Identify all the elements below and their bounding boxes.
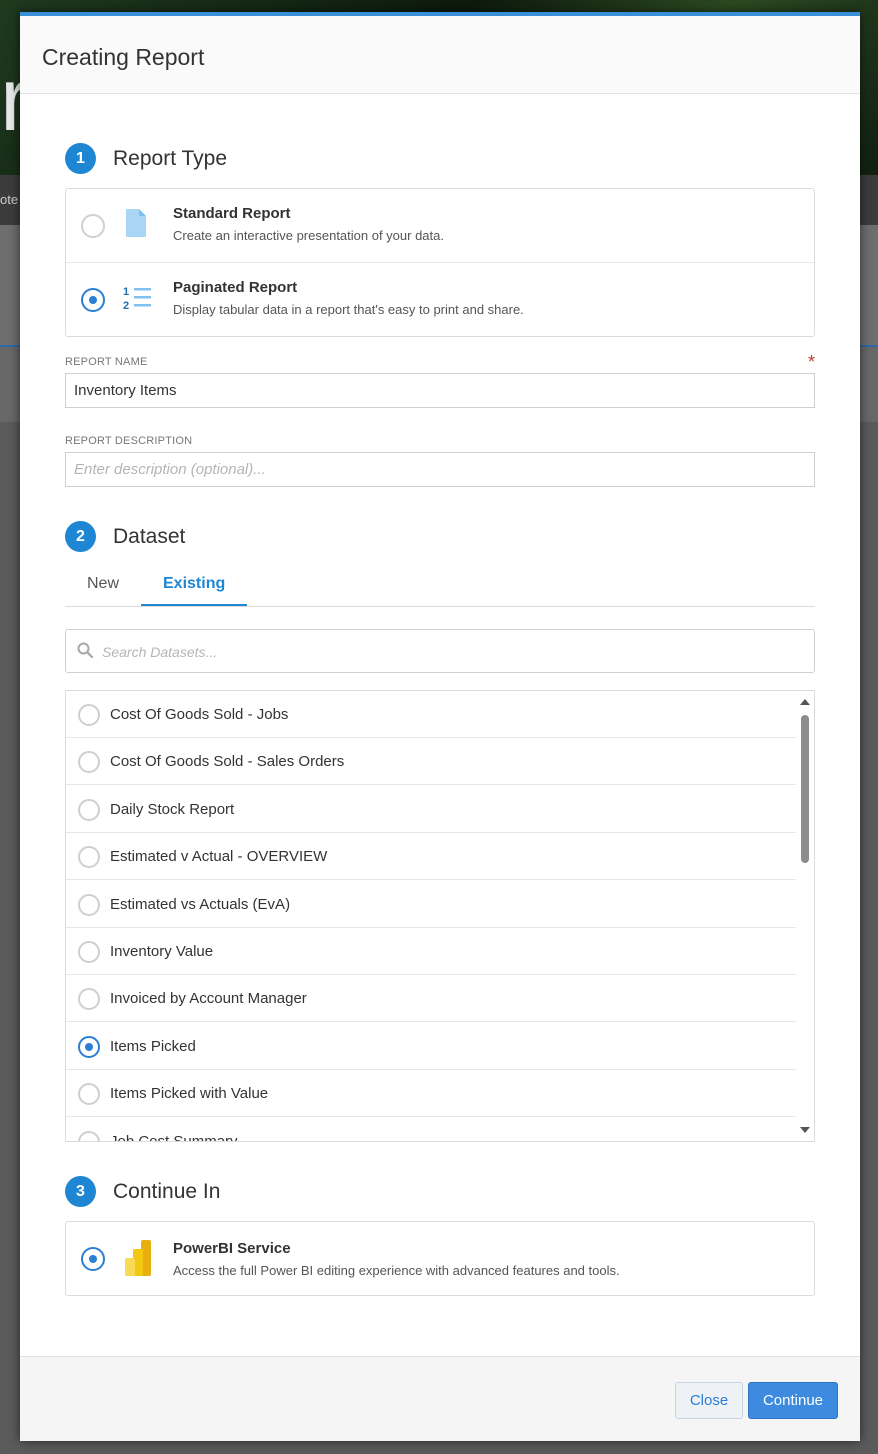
dataset-row[interactable]: Items Picked with Value <box>66 1070 796 1118</box>
standard-report-title: Standard Report <box>173 205 291 222</box>
dataset-label: Daily Stock Report <box>110 800 235 818</box>
step-dataset: 2 Dataset <box>65 521 185 552</box>
dataset-radio[interactable] <box>78 846 100 869</box>
document-icon <box>126 209 146 237</box>
powerbi-radio[interactable] <box>81 1247 105 1271</box>
report-name-input[interactable] <box>65 373 815 408</box>
paginated-report-radio[interactable] <box>81 288 105 312</box>
dataset-search-input[interactable] <box>100 638 804 666</box>
dataset-row[interactable]: Daily Stock Report <box>66 786 796 833</box>
dataset-label: Invoiced by Account Manager <box>110 990 307 1008</box>
dataset-radio[interactable] <box>78 798 100 821</box>
continue-in-powerbi[interactable]: PowerBI Service Access the full Power BI… <box>66 1222 814 1295</box>
scroll-down-icon[interactable] <box>800 1127 810 1133</box>
backdrop-nav-text: ote <box>0 192 19 207</box>
svg-text:1: 1 <box>123 286 129 298</box>
dataset-row[interactable]: Cost Of Goods Sold - Jobs <box>66 691 796 738</box>
paginated-report-title: Paginated Report <box>173 279 298 296</box>
report-description-input[interactable] <box>65 452 815 487</box>
dataset-row[interactable]: Items Picked <box>66 1023 796 1070</box>
step-continue-in: 3 Continue In <box>65 1176 220 1207</box>
close-button[interactable]: Close <box>675 1382 743 1419</box>
step-label: Report Type <box>113 146 228 170</box>
dataset-label: Cost Of Goods Sold - Jobs <box>110 706 289 723</box>
dataset-radio[interactable] <box>78 1035 100 1058</box>
paginated-report-desc: Display tabular data in a report that's … <box>173 302 524 317</box>
dataset-radio[interactable] <box>78 941 100 963</box>
dataset-label: Estimated v Actual - OVERVIEW <box>110 848 328 866</box>
dataset-row[interactable]: Cost Of Goods Sold - Sales Orders <box>66 738 796 786</box>
step-label: Continue In <box>113 1179 221 1203</box>
tab-existing[interactable]: Existing <box>141 572 248 606</box>
report-name-label: REPORT NAME <box>65 356 148 368</box>
continue-in-options: PowerBI Service Access the full Power BI… <box>65 1221 815 1296</box>
dataset-radio[interactable] <box>78 704 100 726</box>
scrollbar-thumb[interactable] <box>801 715 809 863</box>
dataset-label: Items Picked <box>110 1037 196 1055</box>
dataset-radio[interactable] <box>78 988 100 1011</box>
dataset-list-scrollbar[interactable] <box>796 691 814 1141</box>
report-description-label: REPORT DESCRIPTION <box>65 435 193 447</box>
modal-header: Creating Report <box>20 16 860 94</box>
modal-footer: Close Continue <box>20 1356 860 1441</box>
dataset-label: Estimated vs Actuals (EvA) <box>110 895 291 913</box>
dataset-label: Job Cost Summary <box>110 1132 238 1142</box>
standard-report-desc: Create an interactive presentation of yo… <box>173 228 444 243</box>
required-indicator: * <box>807 352 815 372</box>
step-label: Dataset <box>113 524 186 548</box>
backdrop-logo: r <box>0 60 22 140</box>
dataset-row[interactable]: Job Cost Summary <box>66 1118 796 1142</box>
step-number: 2 <box>65 521 96 552</box>
search-icon <box>77 642 93 658</box>
report-type-paginated[interactable]: 1 2 Paginated Report Display tabular dat… <box>66 262 814 336</box>
numbered-list-icon: 1 2 <box>123 286 151 312</box>
dataset-radio[interactable] <box>78 1130 100 1141</box>
dataset-row[interactable]: Estimated vs Actuals (EvA) <box>66 881 796 928</box>
dataset-radio[interactable] <box>78 1083 100 1106</box>
report-type-standard[interactable]: Standard Report Create an interactive pr… <box>66 189 814 262</box>
step-number: 3 <box>65 1176 96 1207</box>
dataset-row[interactable]: Inventory Value <box>66 928 796 975</box>
svg-text:2: 2 <box>123 300 129 312</box>
report-type-options: Standard Report Create an interactive pr… <box>65 188 815 337</box>
dataset-search <box>65 629 815 673</box>
dataset-radio[interactable] <box>78 893 100 916</box>
dataset-list: Cost Of Goods Sold - Jobs Cost Of Goods S… <box>65 690 815 1142</box>
dataset-row[interactable]: Invoiced by Account Manager <box>66 975 796 1023</box>
dataset-label: Cost Of Goods Sold - Sales Orders <box>110 753 345 771</box>
dataset-radio[interactable] <box>78 751 100 774</box>
powerbi-title: PowerBI Service <box>173 1240 291 1257</box>
tab-new[interactable]: New <box>65 572 141 606</box>
powerbi-icon <box>125 1240 151 1276</box>
dataset-label: Inventory Value <box>110 943 214 960</box>
powerbi-desc: Access the full Power BI editing experie… <box>173 1263 620 1278</box>
scroll-up-icon[interactable] <box>800 699 810 705</box>
dataset-tabs: New Existing <box>65 572 815 607</box>
creating-report-modal: Creating Report 1 Report Type Standard R… <box>20 12 860 1441</box>
step-report-type: 1 Report Type <box>65 143 227 174</box>
modal-title: Creating Report <box>42 44 205 70</box>
dataset-row[interactable]: Estimated v Actual - OVERVIEW <box>66 833 796 881</box>
continue-button[interactable]: Continue <box>748 1382 838 1419</box>
standard-report-radio[interactable] <box>81 214 105 238</box>
step-number: 1 <box>65 143 96 174</box>
dataset-label: Items Picked with Value <box>110 1085 269 1103</box>
